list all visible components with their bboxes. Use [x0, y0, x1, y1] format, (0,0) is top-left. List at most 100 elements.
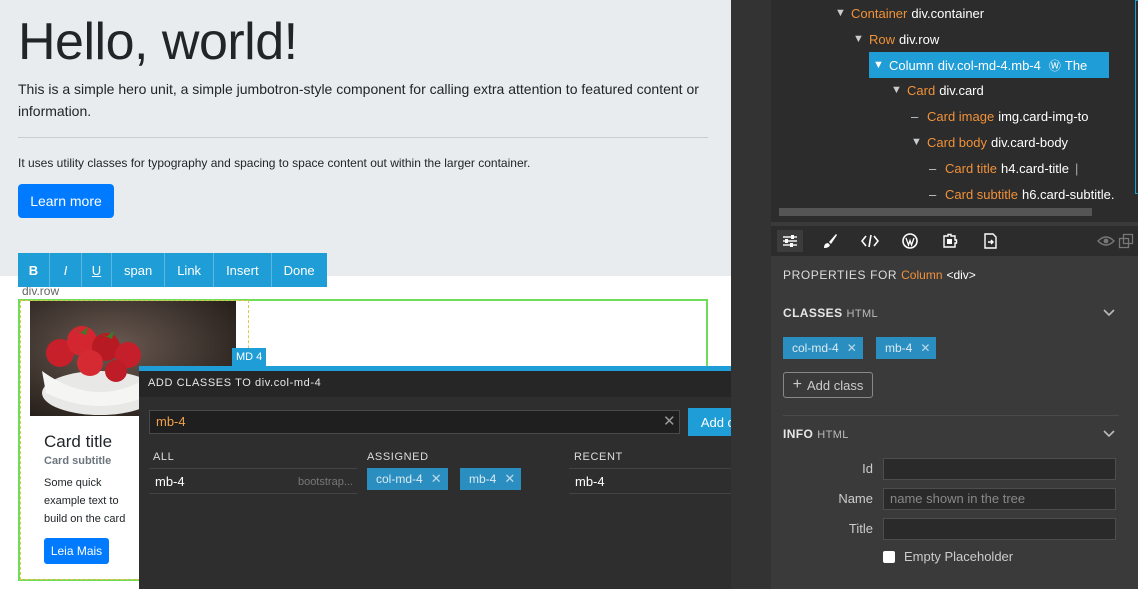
remove-icon[interactable]: ✕: [920, 341, 930, 355]
tree-node-container[interactable]: ▼ Container div.container: [835, 2, 984, 24]
properties-for-heading: PROPERTIES FOR Column <div>: [783, 268, 976, 282]
class-tag-label: col-md-4: [792, 341, 839, 355]
card-read-more-button[interactable]: Leia Mais: [44, 538, 109, 564]
chevron-down-icon[interactable]: [1103, 306, 1115, 320]
tree-node-card-body[interactable]: ▼ Card body div.card-body: [911, 131, 1068, 153]
name-label: Name: [838, 491, 873, 506]
tree-node-card-title[interactable]: – Card title h4.card-title |: [929, 157, 1078, 179]
remove-icon[interactable]: ✕: [504, 471, 515, 487]
properties-for-label: PROPERTIES FOR: [783, 268, 898, 282]
classes-section-title[interactable]: CLASSES HTML: [783, 306, 878, 320]
class-search-input[interactable]: mb-4: [149, 410, 680, 434]
empty-placeholder-label: Empty Placeholder: [904, 549, 1014, 564]
chevron-down-icon[interactable]: ▼: [835, 7, 851, 19]
chevron-down-icon[interactable]: ▼: [891, 84, 907, 96]
remove-icon[interactable]: ✕: [431, 471, 442, 487]
span-button[interactable]: span: [112, 253, 166, 287]
tree-node-selector: h4.card-title: [1001, 160, 1069, 176]
jumbotron[interactable]: Hello, world! This is a simple hero unit…: [0, 0, 731, 276]
tree-node-card-subtitle[interactable]: – Card subtitle h6.card-subtitle.: [929, 183, 1114, 205]
tree-node-selector: div.card: [939, 82, 984, 98]
tree-node-selector: h6.card-subtitle.: [1021, 186, 1115, 202]
leaf-dash-icon: –: [929, 186, 937, 202]
hero-text[interactable]: It uses utility classes for typography a…: [18, 156, 530, 170]
tree-node-extra: |: [1074, 160, 1079, 176]
hero-lead[interactable]: This is a simple hero unit, a simple jum…: [18, 78, 708, 122]
class-tag[interactable]: mb-4 ✕: [876, 337, 937, 359]
hero-divider: [18, 137, 708, 138]
underline-button[interactable]: U: [82, 253, 112, 287]
tree-horizontal-scrollbar[interactable]: [779, 208, 1092, 216]
add-classes-dialog: ADD CLASSES TO div.col-md-4 ✕ mb-4 ✕ Add…: [139, 366, 779, 589]
info-section-title[interactable]: INFO HTML: [783, 427, 849, 441]
done-button[interactable]: Done: [272, 253, 327, 287]
all-class-item[interactable]: mb-4 bootstrap...: [149, 469, 357, 494]
dialog-header: ADD CLASSES TO div.col-md-4 ✕: [139, 371, 779, 397]
empty-placeholder-checkbox[interactable]: [883, 551, 895, 563]
chevron-down-icon[interactable]: ▼: [911, 136, 927, 148]
export-icon[interactable]: [977, 230, 1003, 252]
tree-node-card-image[interactable]: – Card image img.card-img-to: [911, 105, 1089, 127]
all-class-item-source: bootstrap...: [297, 476, 353, 488]
column-size-badge: MD 4: [232, 348, 267, 366]
chevron-down-icon[interactable]: ▼: [853, 33, 869, 45]
wordpress-icon[interactable]: [897, 230, 923, 252]
card-title[interactable]: Card title: [44, 432, 112, 452]
tree-node-selector: div.container: [911, 5, 985, 21]
clear-input-icon[interactable]: ✕: [663, 414, 676, 430]
chevron-down-icon[interactable]: ▼: [873, 59, 889, 71]
add-class-label: Add class: [806, 377, 864, 393]
info-title-label: INFO: [783, 427, 814, 441]
recent-column-header: RECENT: [574, 451, 623, 463]
tree-node-column[interactable]: ▼ Column div.col-md-4.mb-4 Ⓦ The: [869, 52, 1109, 78]
name-input[interactable]: name shown in the tree: [883, 488, 1116, 510]
rich-text-toolbar: B I U span Link Insert Done: [18, 253, 327, 287]
tree-node-card[interactable]: ▼ Card div.card: [891, 79, 984, 101]
tree-node-row[interactable]: ▼ Row div.row: [853, 28, 939, 50]
recent-class-item-name: mb-4: [575, 474, 605, 489]
tree-node-extra: The: [1064, 57, 1088, 73]
plus-icon: +: [792, 376, 802, 393]
tree-node-component: Container: [851, 5, 908, 21]
leaf-dash-icon: –: [911, 108, 919, 124]
tree-node-component: Column: [889, 57, 934, 73]
card-subtitle[interactable]: Card subtitle: [44, 455, 111, 467]
link-button[interactable]: Link: [165, 253, 215, 287]
remove-icon[interactable]: ✕: [847, 341, 857, 355]
id-label: Id: [862, 461, 873, 476]
title-input[interactable]: [883, 518, 1116, 540]
assigned-class-label: mb-4: [469, 472, 497, 486]
puzzle-icon[interactable]: [937, 230, 963, 252]
tree-node-selector: div.card-body: [990, 134, 1069, 150]
italic-button[interactable]: I: [50, 253, 82, 287]
hero-title[interactable]: Hello, world!: [18, 12, 298, 72]
insert-button[interactable]: Insert: [214, 253, 272, 287]
properties-for-component: Column: [901, 268, 943, 282]
tree-node-component: Card body: [927, 134, 987, 150]
tree-node-selector: img.card-img-to: [998, 108, 1089, 124]
chevron-down-icon[interactable]: [1103, 427, 1115, 441]
brush-icon[interactable]: [817, 230, 843, 252]
learn-more-button[interactable]: Learn more: [18, 184, 114, 218]
assigned-class-label: col-md-4: [376, 472, 423, 486]
assigned-column-header: ASSIGNED: [367, 451, 429, 463]
wordpress-icon: Ⓦ: [1048, 58, 1061, 73]
settings-sliders-icon[interactable]: [777, 230, 803, 252]
assigned-class-tag[interactable]: mb-4 ✕: [460, 468, 522, 490]
title-label: Title: [848, 521, 873, 536]
card-text[interactable]: Some quick example text to build on the …: [44, 474, 144, 530]
right-panel: ▼ Container div.container ▼ Row div.row …: [731, 0, 1138, 589]
duplicate-icon[interactable]: [1113, 230, 1138, 252]
dialog-title: ADD CLASSES TO div.col-md-4: [148, 377, 322, 389]
class-tag[interactable]: col-md-4 ✕: [783, 337, 863, 359]
code-icon[interactable]: [857, 230, 883, 252]
classes-title-sub: HTML: [846, 308, 879, 320]
all-column-header: ALL: [153, 451, 175, 463]
bold-button[interactable]: B: [18, 253, 50, 287]
info-title-sub: HTML: [817, 429, 849, 441]
add-class-button[interactable]: + Add class: [783, 372, 873, 398]
id-input[interactable]: [883, 458, 1116, 480]
assigned-class-tag[interactable]: col-md-4 ✕: [367, 468, 448, 490]
tree-node-component: Card: [907, 82, 936, 98]
tree-node-component: Card title: [945, 160, 998, 176]
